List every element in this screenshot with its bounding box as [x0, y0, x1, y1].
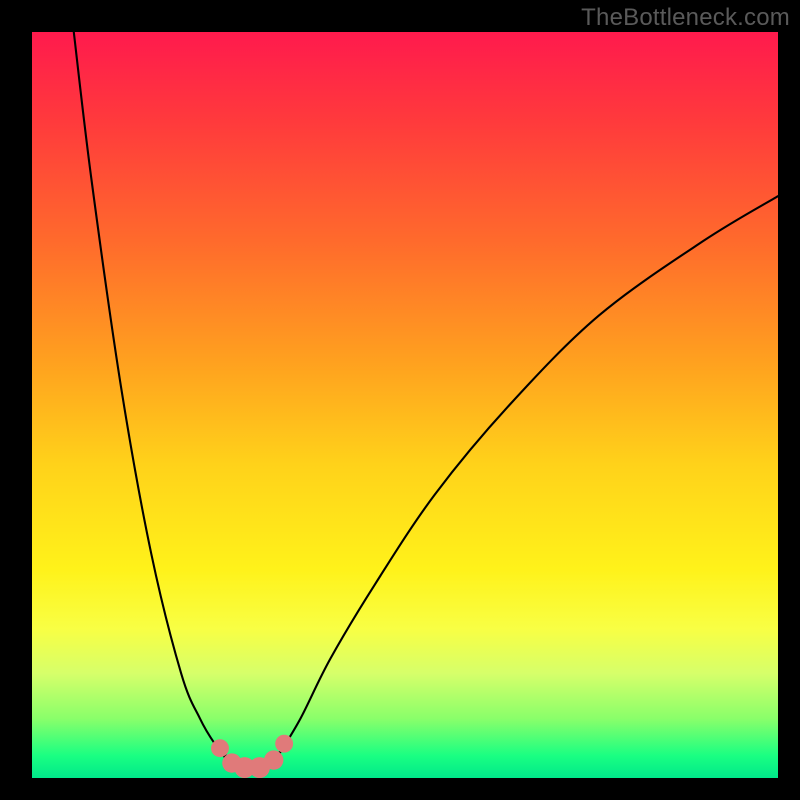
plot-area: [32, 32, 778, 778]
series-left-curve: [74, 32, 249, 766]
curve-layer: [74, 32, 778, 769]
watermark-text: TheBottleneck.com: [581, 4, 790, 32]
chart-frame: TheBottleneck.com: [0, 0, 800, 800]
valley-marker-5: [275, 735, 293, 753]
chart-svg: [32, 32, 778, 778]
valley-marker-4: [264, 750, 283, 769]
series-right-curve: [278, 196, 778, 756]
valley-marker-0: [211, 739, 229, 757]
marker-layer: [211, 735, 293, 778]
